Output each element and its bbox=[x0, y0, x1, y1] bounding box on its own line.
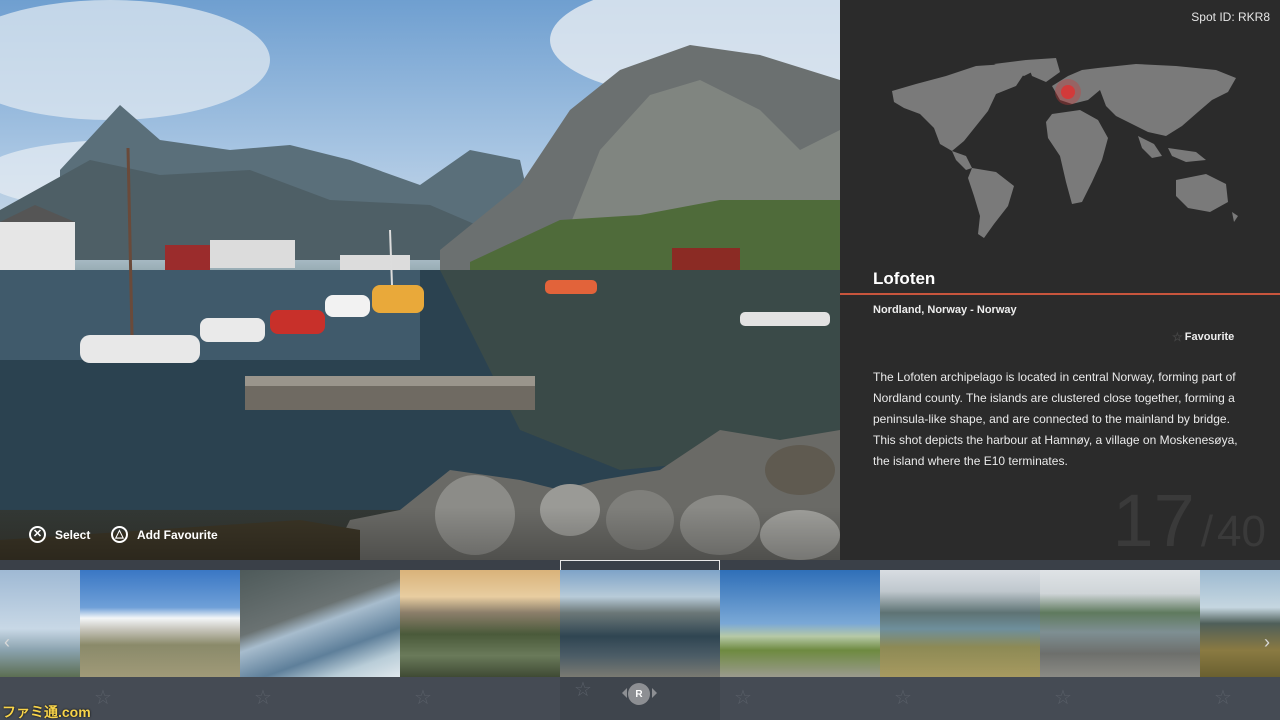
thumbnail-plateau-clouds[interactable]: ☆ bbox=[80, 570, 240, 720]
thumbnail-atlantic-road[interactable]: ☆ bbox=[400, 570, 560, 720]
scroll-right-arrow-icon[interactable]: › bbox=[1264, 632, 1270, 653]
thumbnail-open-grassland[interactable]: ☆ bbox=[720, 570, 880, 720]
favourite-label: Favourite bbox=[1184, 331, 1235, 343]
add-favourite-hint[interactable]: △ Add Favourite bbox=[111, 526, 218, 543]
thumbnail-sky-coast[interactable]: ☆ bbox=[0, 570, 80, 720]
hero-photo: ✕ Select △ Add Favourite bbox=[0, 0, 840, 560]
counter-total: 40 bbox=[1217, 507, 1266, 556]
select-hint[interactable]: ✕ Select bbox=[29, 526, 90, 543]
favourite-indicator[interactable]: ☆ Favourite bbox=[1172, 330, 1234, 344]
select-label: Select bbox=[55, 527, 91, 542]
thumbnail-lofoten-harbour[interactable]: ☆ R bbox=[560, 560, 720, 720]
star-icon: ☆ bbox=[574, 679, 592, 701]
star-icon: ☆ bbox=[94, 687, 112, 709]
location-marker bbox=[1061, 85, 1075, 99]
star-icon: ☆ bbox=[894, 687, 912, 709]
cross-button-icon: ✕ bbox=[29, 526, 46, 543]
spot-counter: 17 / 40 bbox=[1113, 478, 1267, 563]
star-icon: ☆ bbox=[1054, 687, 1072, 709]
spot-description: The Lofoten archipelago is located in ce… bbox=[873, 370, 1238, 468]
counter-separator: / bbox=[1200, 507, 1214, 556]
scroll-left-arrow-icon[interactable]: ‹ bbox=[4, 632, 10, 653]
star-icon: ☆ bbox=[1172, 330, 1183, 344]
star-icon: ☆ bbox=[1214, 687, 1232, 709]
chevron-right-icon bbox=[652, 688, 657, 698]
star-icon: ☆ bbox=[414, 687, 432, 709]
counter-current: 17 bbox=[1112, 479, 1195, 562]
star-icon: ☆ bbox=[734, 687, 752, 709]
spot-info-panel: Spot ID: RKR8 Lofoten Nordland, Norway -… bbox=[840, 0, 1280, 563]
spot-id: Spot ID: RKR8 bbox=[1191, 10, 1270, 24]
r-button-icon: R bbox=[628, 683, 650, 705]
thumbnail-fjord-cliffs[interactable]: ☆ bbox=[240, 570, 400, 720]
chevron-left-icon bbox=[622, 688, 627, 698]
spot-title: Lofoten bbox=[873, 269, 936, 288]
hero-landscape-art bbox=[0, 0, 840, 560]
spot-region: Nordland, Norway - Norway bbox=[873, 304, 1017, 316]
world-map bbox=[892, 58, 1238, 238]
thumbnail-village-road[interactable]: ☆ bbox=[1040, 570, 1200, 720]
thumbnail-mountain-lake[interactable]: ☆ bbox=[880, 570, 1040, 720]
filmstrip: ☆ ☆ ☆ ☆ ☆ R ☆ bbox=[0, 560, 1280, 720]
triangle-button-icon: △ bbox=[111, 526, 128, 543]
title-divider bbox=[840, 293, 1280, 295]
watermark-logo: ファミ通.com bbox=[2, 704, 91, 720]
scapes-screen: ✕ Select △ Add Favourite Spot ID: RKR8 L… bbox=[0, 0, 1280, 720]
star-icon: ☆ bbox=[254, 687, 272, 709]
add-favourite-label: Add Favourite bbox=[137, 527, 218, 542]
hero-controls-bar: ✕ Select △ Add Favourite bbox=[0, 507, 840, 560]
